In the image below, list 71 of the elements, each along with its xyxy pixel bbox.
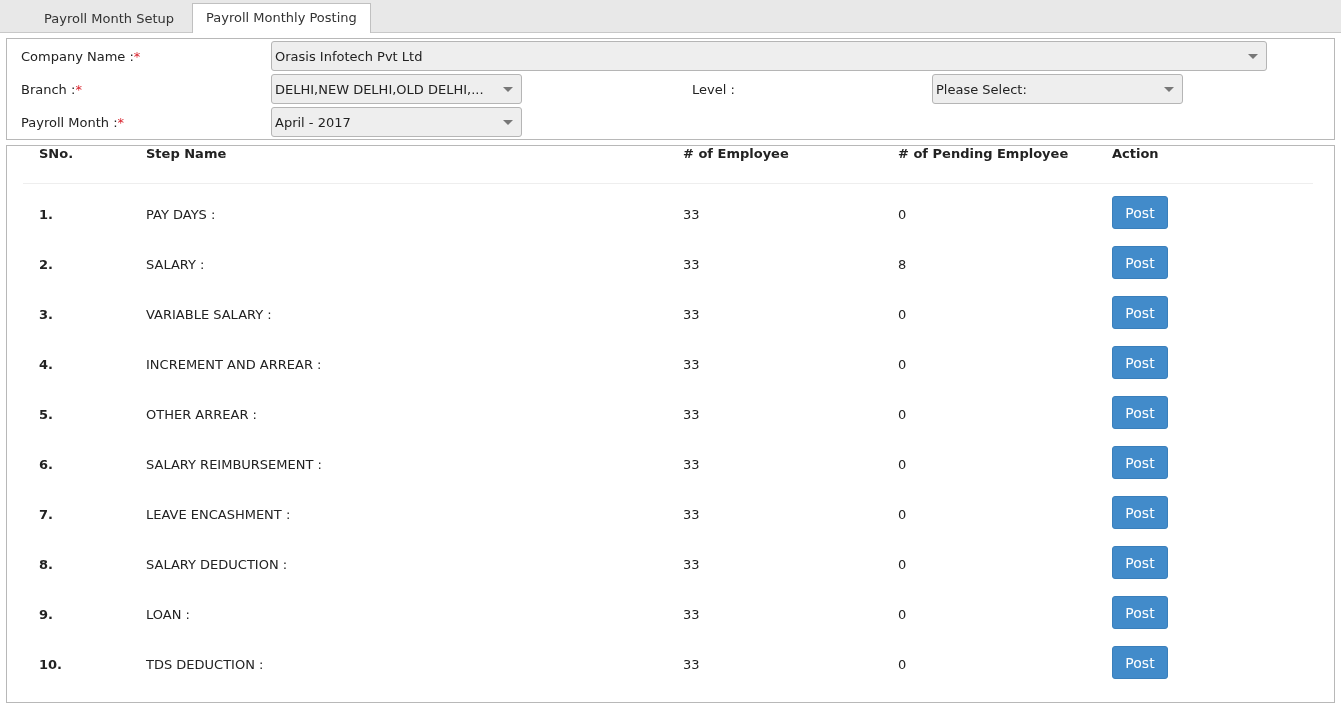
table-cell-text: 33 xyxy=(682,207,701,222)
post-button[interactable]: Post xyxy=(1112,196,1168,229)
field-label: Company Name : xyxy=(21,48,134,64)
field-label: Level : xyxy=(692,81,735,97)
table-cell-text: 33 xyxy=(682,457,701,472)
table-cell-text: TDS DEDUCTION : xyxy=(145,657,265,672)
post-button[interactable]: Post xyxy=(1112,646,1168,679)
column-header: SNo. xyxy=(38,147,75,161)
tab[interactable]: Payroll Month Setup xyxy=(30,4,188,33)
post-button[interactable]: Post xyxy=(1112,346,1168,379)
post-button[interactable]: Post xyxy=(1112,446,1168,479)
table-cell-text: LEAVE ENCASHMENT : xyxy=(145,507,292,522)
dropdown[interactable]: DELHI,NEW DELHI,OLD DELHI,... xyxy=(271,74,522,104)
table-cell-text: SALARY : xyxy=(145,257,206,272)
caret-icon xyxy=(503,86,513,92)
table-cell-text: 1. xyxy=(38,207,54,222)
dropdown[interactable]: Orasis Infotech Pvt Ltd xyxy=(271,41,1267,71)
post-button[interactable]: Post xyxy=(1112,296,1168,329)
table-cell-text: OTHER ARREAR : xyxy=(145,407,258,422)
tab[interactable]: Payroll Monthly Posting xyxy=(192,3,371,33)
table-cell-text: 2. xyxy=(38,257,54,272)
table-cell-text: 8. xyxy=(38,557,54,572)
table-cell-text: 33 xyxy=(682,357,701,372)
table-cell-text: PAY DAYS : xyxy=(145,207,217,222)
table-cell-text: 0 xyxy=(897,307,908,322)
table-cell-text: 9. xyxy=(38,607,54,622)
table-cell-text: 33 xyxy=(682,507,701,522)
table-cell-text: 33 xyxy=(682,307,701,322)
table-cell-text: SALARY REIMBURSEMENT : xyxy=(145,457,323,472)
table-cell-text: 33 xyxy=(682,407,701,422)
column-header: # of Pending Employee xyxy=(897,147,1070,161)
caret-icon xyxy=(1164,86,1174,92)
post-button[interactable]: Post xyxy=(1112,546,1168,579)
table-cell-text: 33 xyxy=(682,607,701,622)
dropdown[interactable]: Please Select: xyxy=(932,74,1183,104)
table-cell-text: 0 xyxy=(897,357,908,372)
caret-icon xyxy=(1248,53,1258,59)
table-cell-text: 0 xyxy=(897,657,908,672)
caret-icon xyxy=(503,119,513,125)
required-mark: * xyxy=(75,81,82,97)
table-cell-text: INCREMENT AND ARREAR : xyxy=(145,357,323,372)
column-header: # of Employee xyxy=(682,147,790,161)
table-cell-text: 33 xyxy=(682,257,701,272)
column-header: Step Name xyxy=(145,147,228,161)
table-cell-text: 7. xyxy=(38,507,54,522)
table-cell-text: VARIABLE SALARY : xyxy=(145,307,273,322)
table-cell-text: LOAN : xyxy=(145,607,191,622)
table-cell-text: 5. xyxy=(38,407,54,422)
post-button[interactable]: Post xyxy=(1112,496,1168,529)
table-cell-text: SALARY DEDUCTION : xyxy=(145,557,289,572)
table-cell-text: 4. xyxy=(38,357,54,372)
table-cell-text: 10. xyxy=(38,657,64,672)
field-label: Branch : xyxy=(21,81,76,97)
table-cell-text: 0 xyxy=(897,407,908,422)
table-cell-text: 0 xyxy=(897,457,908,472)
table-cell-text: 6. xyxy=(38,457,54,472)
table-cell-text: 0 xyxy=(897,557,908,572)
table-cell-text: 0 xyxy=(897,207,908,222)
required-mark: * xyxy=(117,114,125,130)
column-header: Action xyxy=(1111,147,1160,161)
table-cell-text: 8 xyxy=(897,257,908,272)
post-button[interactable]: Post xyxy=(1112,246,1168,279)
table-cell-text: 33 xyxy=(682,557,701,572)
post-button[interactable]: Post xyxy=(1112,396,1168,429)
table-cell-text: 3. xyxy=(38,307,54,322)
dropdown[interactable]: April - 2017 xyxy=(271,107,522,137)
field-label: Payroll Month : xyxy=(21,114,118,130)
table-cell-text: 0 xyxy=(897,507,908,522)
table-cell-text: 0 xyxy=(897,607,908,622)
table-cell-text: 33 xyxy=(682,657,701,672)
post-button[interactable]: Post xyxy=(1112,596,1168,629)
